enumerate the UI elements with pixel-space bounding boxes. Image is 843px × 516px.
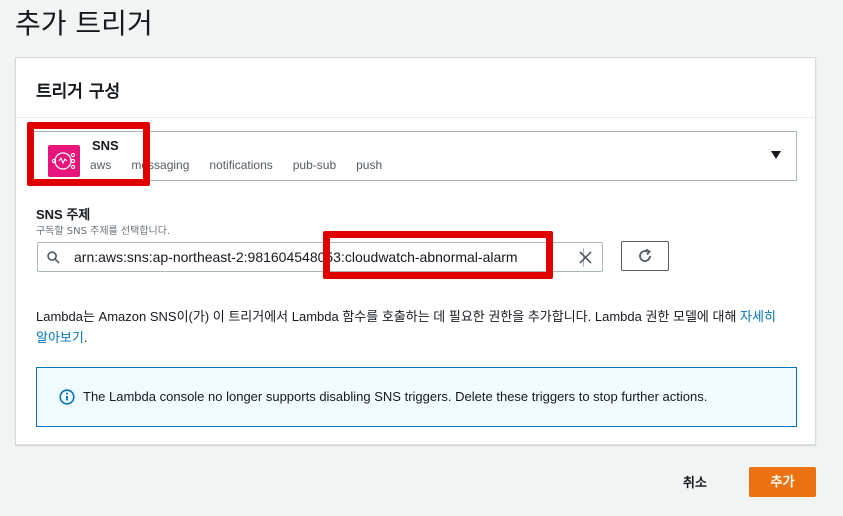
tag: aws <box>90 158 112 172</box>
search-icon <box>47 251 60 264</box>
sns-topic-input[interactable]: arn:aws:sns:ap-northeast-2:981604548053:… <box>37 242 603 272</box>
service-tags: aws messaging notifications pub-sub push <box>90 158 402 172</box>
alert-message: The Lambda console no longer supports di… <box>83 389 708 404</box>
tag: push <box>356 158 383 172</box>
tag: messaging <box>131 158 190 172</box>
permission-info: Lambda는 Amazon SNS이(가) 이 트리거에서 Lambda 함수… <box>36 306 776 348</box>
close-icon[interactable] <box>579 251 592 264</box>
trigger-config-panel: 트리거 구성 SNS aws messaging notifications pub-… <box>15 57 816 445</box>
sns-icon <box>48 145 80 177</box>
permission-info-text: Lambda는 Amazon SNS이(가) 이 트리거에서 Lambda 함수… <box>36 309 741 324</box>
cancel-button[interactable]: 취소 <box>683 472 707 491</box>
refresh-icon <box>639 248 651 262</box>
panel-header: 트리거 구성 <box>16 58 815 118</box>
refresh-button[interactable] <box>621 241 669 271</box>
trigger-source-select[interactable]: SNS aws messaging notifications pub-sub push <box>28 131 797 181</box>
tag: notifications <box>209 158 273 172</box>
panel-title: 트리거 구성 <box>36 82 121 102</box>
sns-topic-label: SNS 주제 <box>36 207 91 222</box>
info-alert: The Lambda console no longer supports di… <box>36 367 797 427</box>
caret-down-icon[interactable] <box>771 151 781 159</box>
tag: pub-sub <box>292 158 337 172</box>
service-name: SNS <box>92 138 119 153</box>
add-button[interactable]: 추가 <box>749 467 816 497</box>
info-icon <box>59 389 75 405</box>
page-title: 추가 트리거 <box>15 7 153 40</box>
sns-topic-description: 구독할 SNS 주제를 선택합니다. <box>36 226 171 237</box>
permission-info-suffix: . <box>83 330 88 345</box>
sns-topic-value: arn:aws:sns:ap-northeast-2:981604548053:… <box>74 249 518 265</box>
